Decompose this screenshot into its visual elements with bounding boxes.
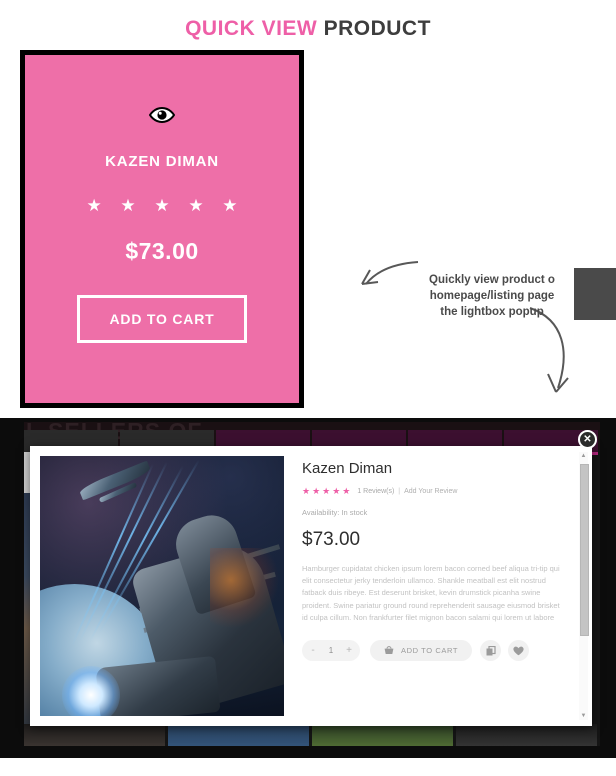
quantity-increase-button[interactable]: +	[342, 645, 356, 656]
product-card-price: $73.00	[125, 238, 199, 264]
review-separator: |	[398, 488, 401, 495]
product-title: Kazen Diman	[302, 460, 393, 477]
background-thumbnail-row	[24, 724, 600, 746]
quantity-input[interactable]	[320, 645, 342, 657]
page-title: QUICK VIEW PRODUCT	[0, 16, 616, 42]
scrollbar-down-arrow[interactable]: ▼	[579, 712, 588, 720]
scrollbar-thumb[interactable]	[580, 464, 589, 636]
quantity-stepper[interactable]: - +	[302, 640, 360, 662]
product-price: $73.00	[302, 529, 361, 550]
product-details-pane: Kazen Diman ★★★★★ 1 Review(s) | Add Your…	[284, 446, 578, 726]
product-actions: - + ADD TO CART	[302, 640, 560, 662]
add-to-cart-button[interactable]: ADD TO CART	[76, 295, 248, 343]
wishlist-button[interactable]	[508, 640, 530, 662]
product-rating-stars: ★★★★★	[302, 486, 353, 496]
compare-button[interactable]	[480, 640, 502, 662]
product-card-rating: ★ ★ ★ ★ ★	[86, 196, 245, 215]
heart-icon	[513, 646, 524, 655]
review-count: 1 Review(s)	[357, 488, 395, 495]
review-row: ★★★★★ 1 Review(s) | Add Your Review	[302, 486, 560, 497]
product-image	[40, 456, 284, 716]
background-thumbnail	[312, 724, 453, 746]
annotation-line-3: the lightbox popup	[440, 306, 544, 318]
modal-add-to-cart-label: ADD TO CART	[401, 646, 459, 656]
modal-scrollbar[interactable]: ▲ ▼	[579, 452, 589, 720]
product-description: Hamburger cupidatat chicken ipsum lorem …	[302, 564, 560, 622]
background-thumbnail	[168, 724, 309, 746]
compare-icon	[486, 645, 496, 656]
cart-basket-icon	[384, 646, 394, 655]
annotation-text: Quickly view product o homepage/listing …	[396, 272, 588, 320]
product-image-pane	[30, 446, 284, 726]
annotation-line-1: Quickly view product o	[429, 274, 555, 286]
product-card: KAZEN DIMAN ★ ★ ★ ★ ★ $73.00 ADD TO CART	[20, 50, 304, 408]
close-icon[interactable]: ✕	[578, 430, 597, 449]
eye-icon[interactable]	[149, 107, 175, 123]
product-card-name: KAZEN DIMAN	[105, 153, 219, 170]
background-thumbnail	[456, 724, 597, 746]
scrollbar-up-arrow[interactable]: ▲	[579, 452, 588, 460]
add-your-review-link[interactable]: Add Your Review	[404, 488, 457, 495]
background-thumbnail	[24, 724, 165, 746]
annotation-line-2: homepage/listing page	[429, 290, 555, 302]
availability-status: Availability: In stock	[302, 508, 368, 517]
quick-view-modal: Kazen Diman ★★★★★ 1 Review(s) | Add Your…	[30, 446, 592, 726]
annotation-arrows	[361, 261, 569, 393]
annotation-occluder	[574, 268, 616, 320]
quantity-decrease-button[interactable]: -	[306, 645, 320, 656]
lightbox-screenshot: L SELLERS OF	[0, 418, 616, 758]
page-title-secondary: PRODUCT	[317, 17, 431, 40]
modal-add-to-cart-button[interactable]: ADD TO CART	[370, 640, 473, 662]
page-title-primary: QUICK VIEW	[185, 17, 318, 40]
